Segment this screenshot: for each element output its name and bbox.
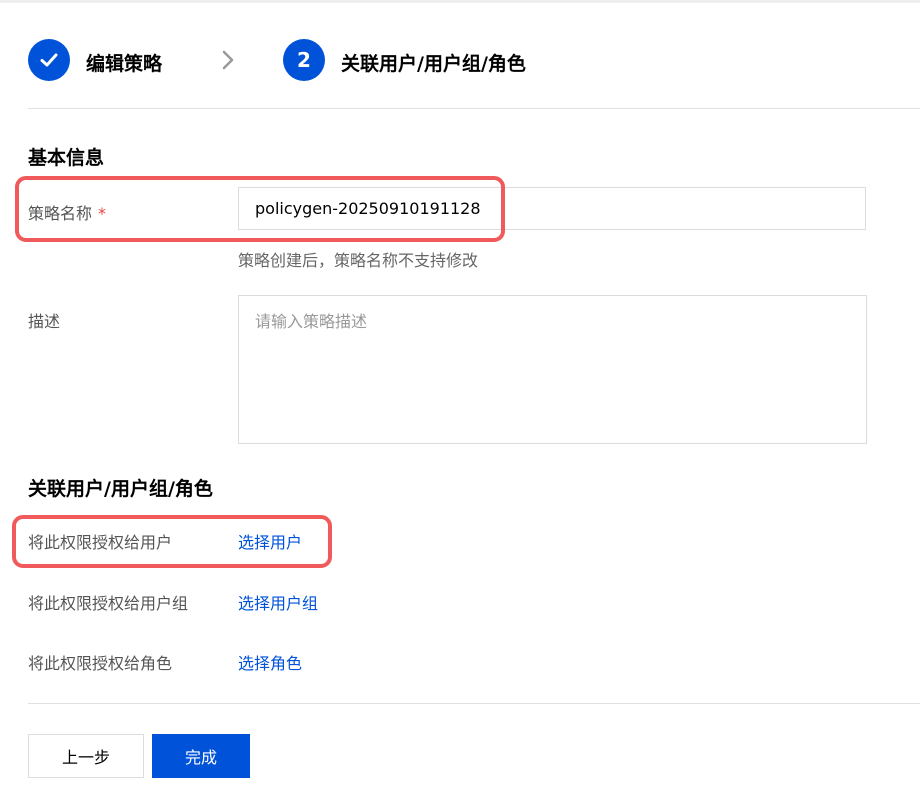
associate-title: 关联用户/用户组/角色 xyxy=(28,478,213,500)
chevron-right-icon xyxy=(222,50,234,70)
select-user-highlight xyxy=(12,515,332,568)
select-group-link[interactable]: 选择用户组 xyxy=(238,590,318,614)
basic-info-title: 基本信息 xyxy=(28,147,105,169)
done-button[interactable]: 完成 xyxy=(152,734,250,778)
grant-group-label: 将此权限授权给用户组 xyxy=(28,594,189,613)
description-label: 描述 xyxy=(28,312,61,331)
description-textarea[interactable]: 请输入策略描述 xyxy=(238,295,867,444)
policy-name-help: 策略创建后，策略名称不支持修改 xyxy=(238,251,479,270)
stepper-divider xyxy=(28,108,920,109)
step-completed-badge xyxy=(28,39,70,81)
check-icon xyxy=(40,53,58,67)
policy-name-highlight xyxy=(15,176,505,242)
grant-role-label: 将此权限授权给角色 xyxy=(28,654,173,673)
top-border xyxy=(0,0,920,3)
prev-step-button[interactable]: 上一步 xyxy=(28,734,144,778)
step-2-number: 2 xyxy=(283,39,325,81)
step-1-label: 编辑策略 xyxy=(86,53,163,75)
select-role-link[interactable]: 选择角色 xyxy=(238,650,302,674)
step-2-label: 关联用户/用户组/角色 xyxy=(341,53,526,75)
footer-divider xyxy=(28,703,920,704)
